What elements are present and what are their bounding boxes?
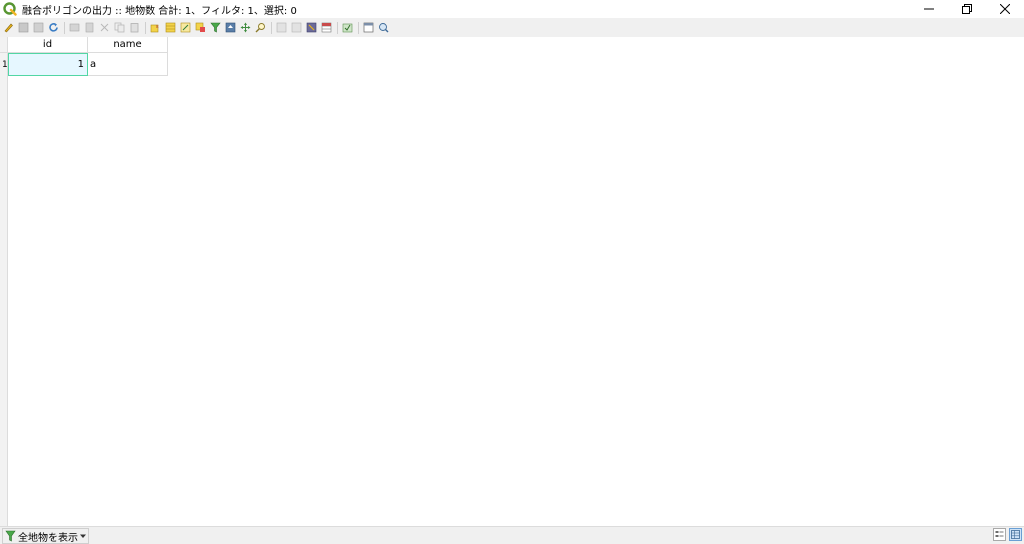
cell-id[interactable]: 1 xyxy=(8,53,88,76)
toolbar-separator xyxy=(271,21,272,34)
move-selection-top-icon xyxy=(225,22,236,33)
deselect-icon xyxy=(195,22,205,32)
select-all-icon xyxy=(165,22,176,33)
save-edits-button[interactable] xyxy=(18,22,29,33)
table-row: 1 1 a xyxy=(0,53,168,76)
caret-down-icon xyxy=(80,534,86,538)
svg-text:ε: ε xyxy=(156,24,159,30)
toggle-editing-icon xyxy=(4,23,13,33)
toolbar-separator xyxy=(337,21,338,34)
invert-selection-icon xyxy=(180,22,191,33)
row-header[interactable]: 1 xyxy=(0,53,8,76)
table-view-icon xyxy=(1011,530,1020,539)
window-title: 融合ポリゴンの出力 :: 地物数 合計: 1、フィルタ: 1、選択: 0 xyxy=(22,5,297,17)
delete-field-icon xyxy=(291,22,302,33)
toolbar-separator xyxy=(145,21,146,34)
zoom-map-button[interactable] xyxy=(378,22,389,33)
column-header-name[interactable]: name xyxy=(88,37,168,53)
view-switcher xyxy=(990,528,1022,541)
qgis-logo-icon xyxy=(3,2,17,16)
table-view-button[interactable] xyxy=(1009,528,1022,541)
delete-field-button[interactable] xyxy=(291,22,302,33)
toolbar-separator xyxy=(64,21,65,34)
restore-button[interactable] xyxy=(948,0,986,18)
add-feature-icon xyxy=(69,23,80,32)
actions-icon xyxy=(342,23,353,33)
status-bar: 全地物を表示 xyxy=(0,526,1024,544)
reload-button[interactable] xyxy=(33,22,44,33)
refresh-icon xyxy=(49,23,58,32)
close-icon xyxy=(1000,4,1010,14)
field-calculator-icon xyxy=(306,22,317,33)
attribute-table: id name 1 1 a xyxy=(0,37,1024,526)
actions-button[interactable] xyxy=(342,22,353,33)
form-view-button[interactable] xyxy=(993,528,1006,541)
deselect-button[interactable] xyxy=(195,22,206,33)
refresh-button[interactable] xyxy=(48,22,59,33)
row-header-strip xyxy=(0,37,8,526)
move-selection-top-button[interactable] xyxy=(225,22,236,33)
filter-icon xyxy=(5,530,16,542)
close-button[interactable] xyxy=(986,0,1024,18)
table-corner[interactable] xyxy=(0,37,8,53)
delete-feature-icon xyxy=(85,22,94,33)
filter-label: 全地物を表示 xyxy=(18,532,78,544)
show-features-filter-button[interactable]: 全地物を表示 xyxy=(2,528,89,544)
invert-selection-button[interactable] xyxy=(180,22,191,33)
minimize-icon xyxy=(924,8,934,10)
filter-button[interactable] xyxy=(210,22,221,33)
zoom-to-selected-button[interactable] xyxy=(255,22,266,33)
field-calculator-button[interactable] xyxy=(306,22,317,33)
form-view-icon xyxy=(995,531,1004,537)
select-expression-button[interactable]: ε xyxy=(150,22,161,33)
delete-feature-button[interactable] xyxy=(84,22,95,33)
minimize-button[interactable] xyxy=(910,0,948,18)
paste-icon xyxy=(130,23,139,33)
attribute-table-toolbar: ε xyxy=(0,18,1024,37)
cell-name[interactable]: a xyxy=(88,53,168,76)
conditional-format-icon xyxy=(321,22,332,33)
select-all-button[interactable] xyxy=(165,22,176,33)
new-field-icon xyxy=(276,22,287,33)
dock-icon xyxy=(363,22,374,33)
new-field-button[interactable] xyxy=(276,22,287,33)
copy-icon xyxy=(114,22,125,33)
cut-button[interactable] xyxy=(99,22,110,33)
pan-to-selected-icon xyxy=(240,22,251,33)
copy-button[interactable] xyxy=(114,22,125,33)
window-controls xyxy=(910,0,1024,18)
save-edits-icon xyxy=(18,22,29,33)
toolbar-separator xyxy=(358,21,359,34)
zoom-icon xyxy=(379,23,389,33)
column-header-id[interactable]: id xyxy=(8,37,88,53)
restore-icon xyxy=(962,4,972,14)
pan-to-selected-button[interactable] xyxy=(240,22,251,33)
dock-button[interactable] xyxy=(363,22,374,33)
conditional-format-button[interactable] xyxy=(321,22,332,33)
column-header-row: id name xyxy=(0,37,168,53)
paste-button[interactable] xyxy=(129,22,140,33)
title-bar: 融合ポリゴンの出力 :: 地物数 合計: 1、フィルタ: 1、選択: 0 xyxy=(0,0,1024,18)
reload-icon xyxy=(33,22,44,33)
toggle-editing-button[interactable] xyxy=(3,22,14,33)
zoom-to-selected-icon xyxy=(255,23,265,33)
filter-icon xyxy=(210,22,221,33)
add-feature-button[interactable] xyxy=(69,22,80,33)
select-expression-icon: ε xyxy=(150,24,159,33)
cut-icon xyxy=(100,23,109,32)
